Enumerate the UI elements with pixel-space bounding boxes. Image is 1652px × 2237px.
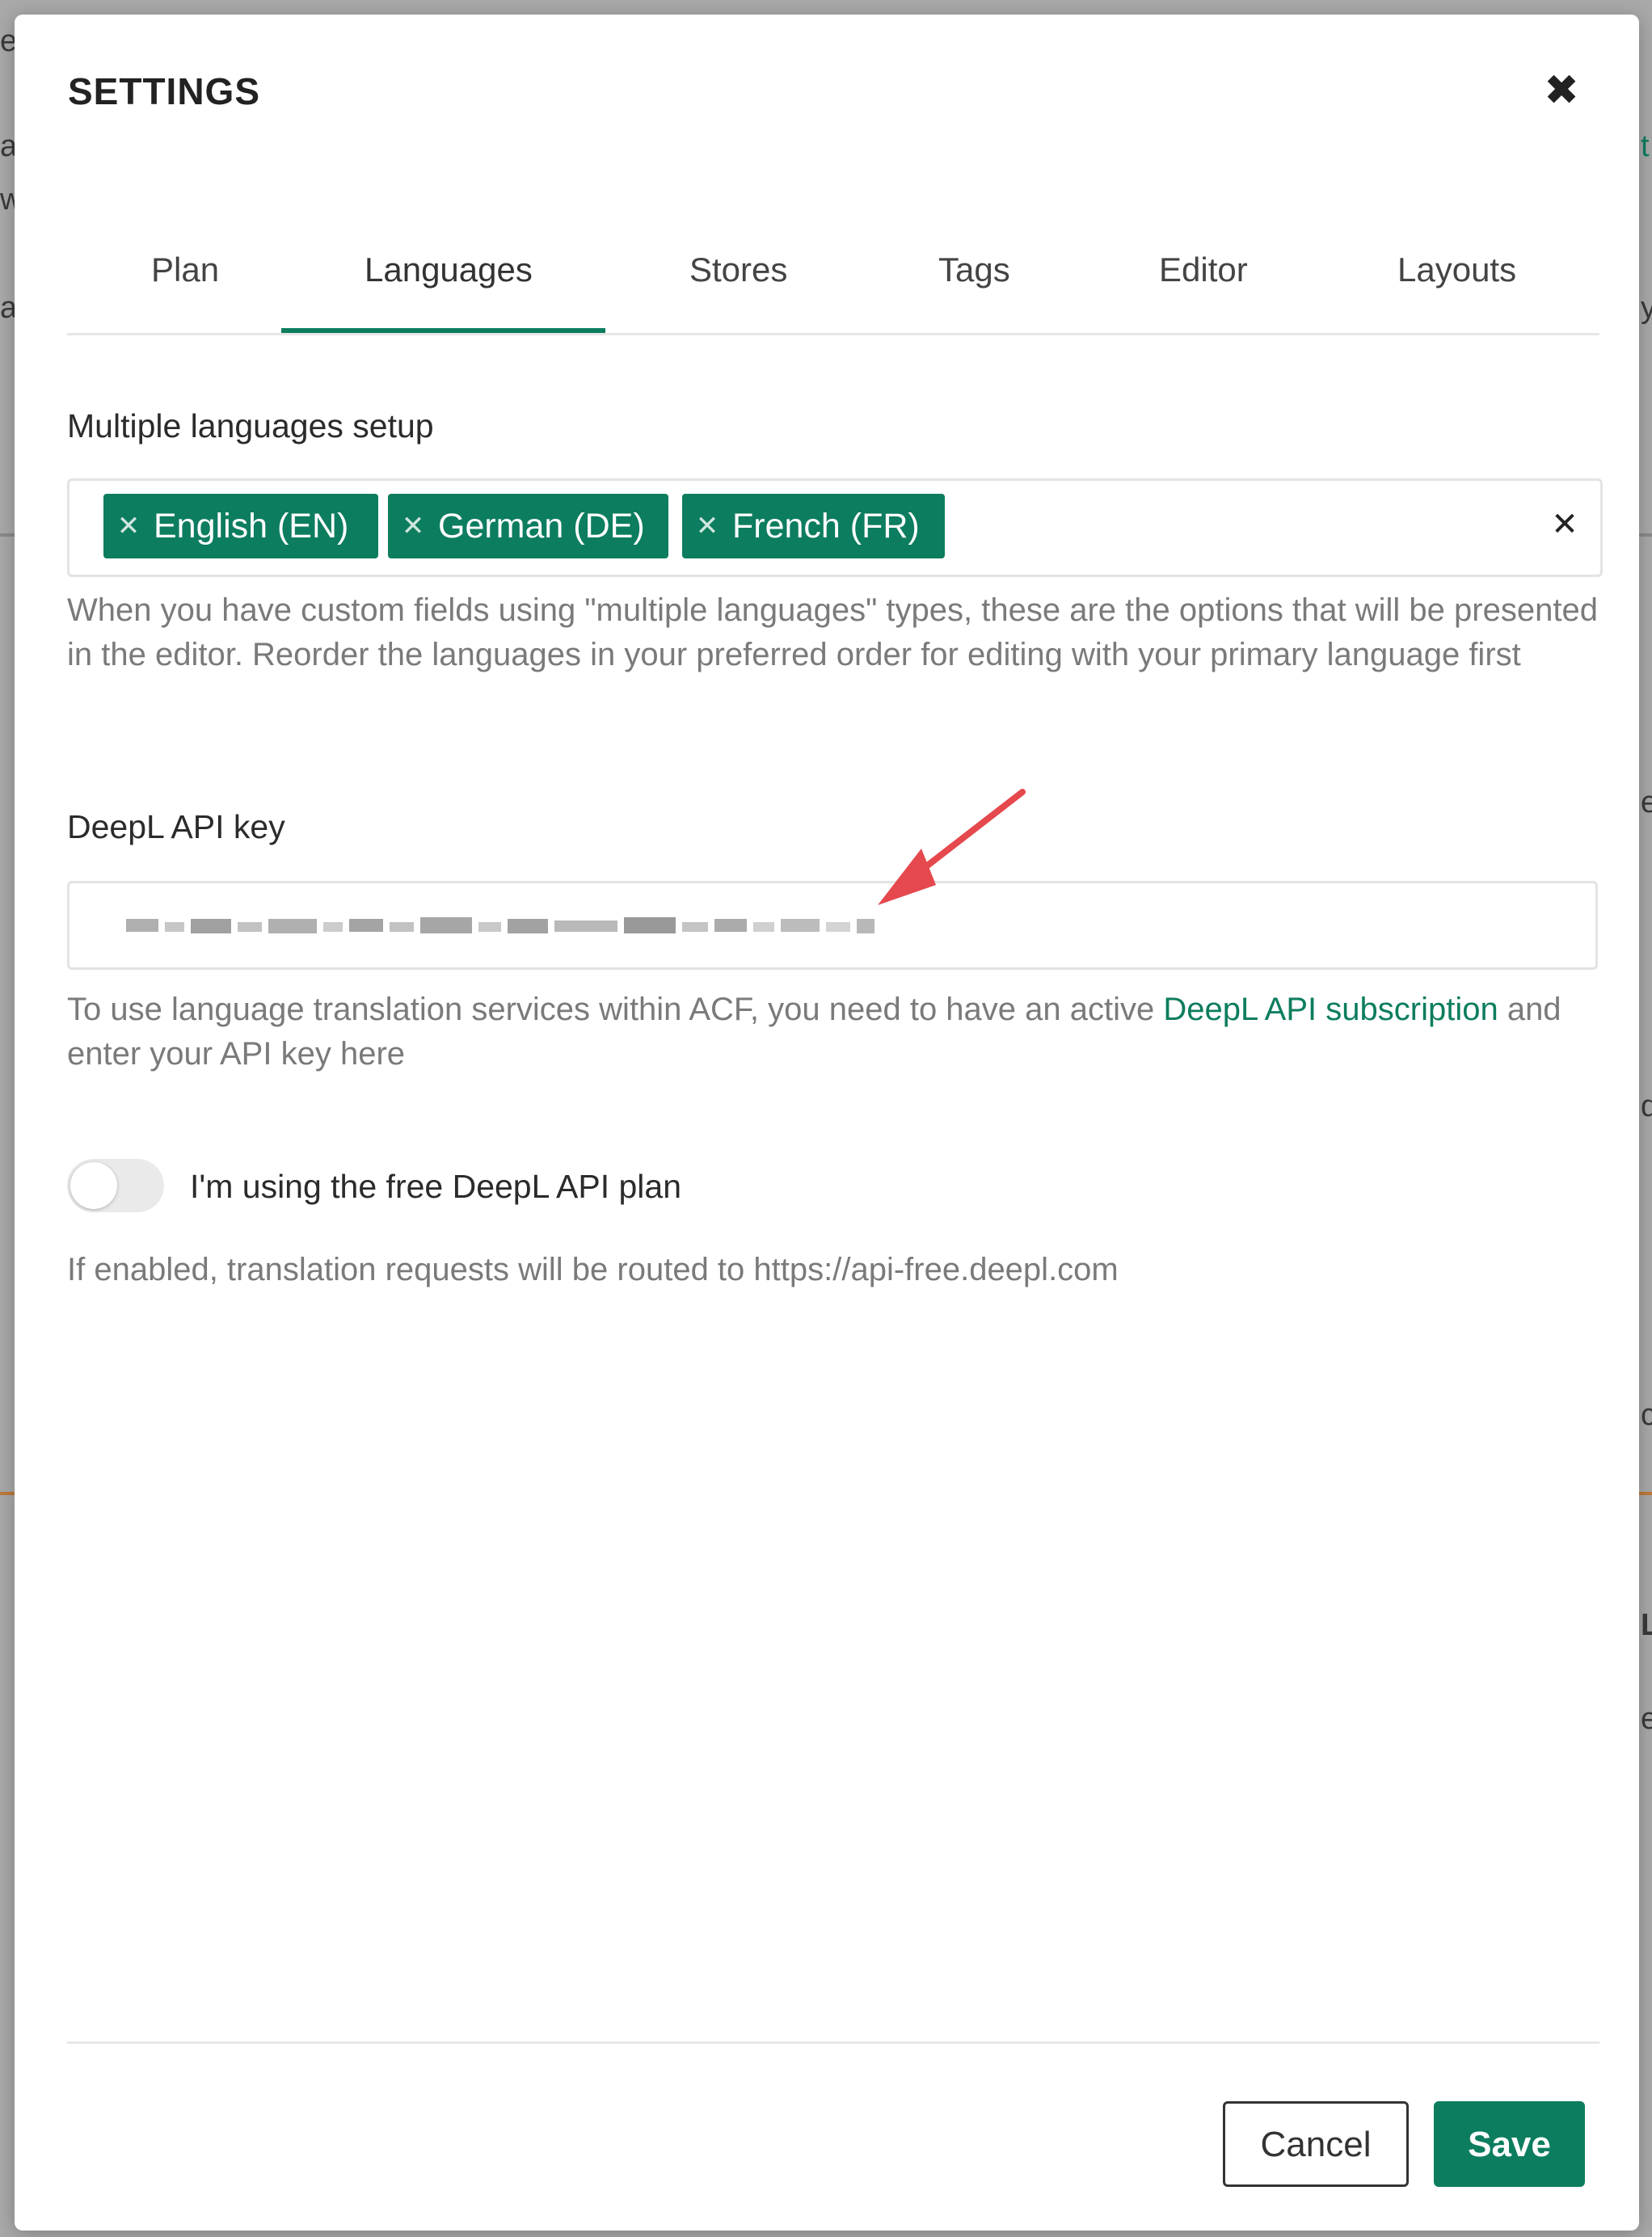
tab-layouts[interactable]: Layouts — [1397, 251, 1516, 289]
tab-languages[interactable]: Languages — [365, 251, 533, 289]
remove-tag-icon[interactable]: ✕ — [116, 494, 141, 558]
footer-divider — [67, 2041, 1599, 2044]
free-plan-label: I'm using the free DeepL API plan — [190, 1168, 682, 1205]
dialog-title: SETTINGS — [68, 70, 261, 112]
background-text-fragment: L — [1641, 1608, 1652, 1642]
deepl-subscription-link[interactable]: DeepL API subscription — [1163, 992, 1498, 1027]
background-text-fragment: t — [1641, 129, 1650, 163]
languages-multiselect[interactable]: ✕ English (EN) ✕ German (DE) ✕ French (F… — [67, 478, 1603, 577]
background-text-fragment: c — [1641, 1398, 1652, 1432]
tab-plan[interactable]: Plan — [151, 251, 219, 289]
save-button[interactable]: Save — [1434, 2101, 1585, 2187]
close-icon[interactable]: ✖ — [1539, 68, 1584, 113]
tab-stores[interactable]: Stores — [689, 251, 787, 289]
annotation-arrow-icon — [878, 789, 1026, 905]
tab-tags[interactable]: Tags — [938, 251, 1010, 289]
free-plan-help-text: If enabled, translation requests will be… — [67, 1252, 1119, 1287]
active-tab-indicator — [281, 328, 605, 333]
tab-editor[interactable]: Editor — [1159, 251, 1248, 289]
language-tag-label: French (FR) — [732, 507, 920, 546]
deepl-help-text-start: To use language translation services wit… — [67, 992, 1164, 1027]
deepl-api-key-input[interactable] — [67, 881, 1598, 970]
deepl-api-key-label: DeepL API key — [67, 808, 285, 845]
language-tag-label: German (DE) — [438, 507, 645, 546]
language-tag: ✕ German (DE) — [388, 494, 668, 558]
settings-dialog: SETTINGS ✖ Plan Languages Stores Tags Ed… — [15, 15, 1639, 2231]
free-plan-toggle[interactable] — [67, 1159, 164, 1212]
settings-tabs: Plan Languages Stores Tags Editor Layout… — [67, 233, 1599, 335]
background-divider — [1639, 533, 1652, 537]
languages-help-text: When you have custom fields using "multi… — [67, 592, 1598, 672]
language-tag: ✕ English (EN) — [103, 494, 378, 558]
remove-tag-icon[interactable]: ✕ — [401, 494, 425, 558]
background-divider — [1639, 1492, 1652, 1495]
remove-tag-icon[interactable]: ✕ — [695, 494, 719, 558]
cancel-button[interactable]: Cancel — [1223, 2101, 1409, 2187]
languages-label: Multiple languages setup — [67, 407, 434, 444]
background-text-fragment: y — [1641, 291, 1652, 325]
background-text-fragment: d — [1641, 1089, 1652, 1123]
deepl-help-text: To use language translation services wit… — [67, 988, 1603, 1076]
background-divider — [0, 1492, 15, 1495]
background-text-fragment: e — [1641, 1702, 1652, 1736]
obscured-api-key — [126, 917, 874, 933]
clear-all-icon[interactable]: ✕ — [1542, 502, 1587, 547]
toggle-knob — [70, 1162, 117, 1209]
language-tag-label: English (EN) — [154, 507, 349, 546]
language-tag: ✕ French (FR) — [682, 494, 945, 558]
background-text-fragment: e — [1641, 786, 1652, 819]
background-divider — [0, 533, 15, 537]
